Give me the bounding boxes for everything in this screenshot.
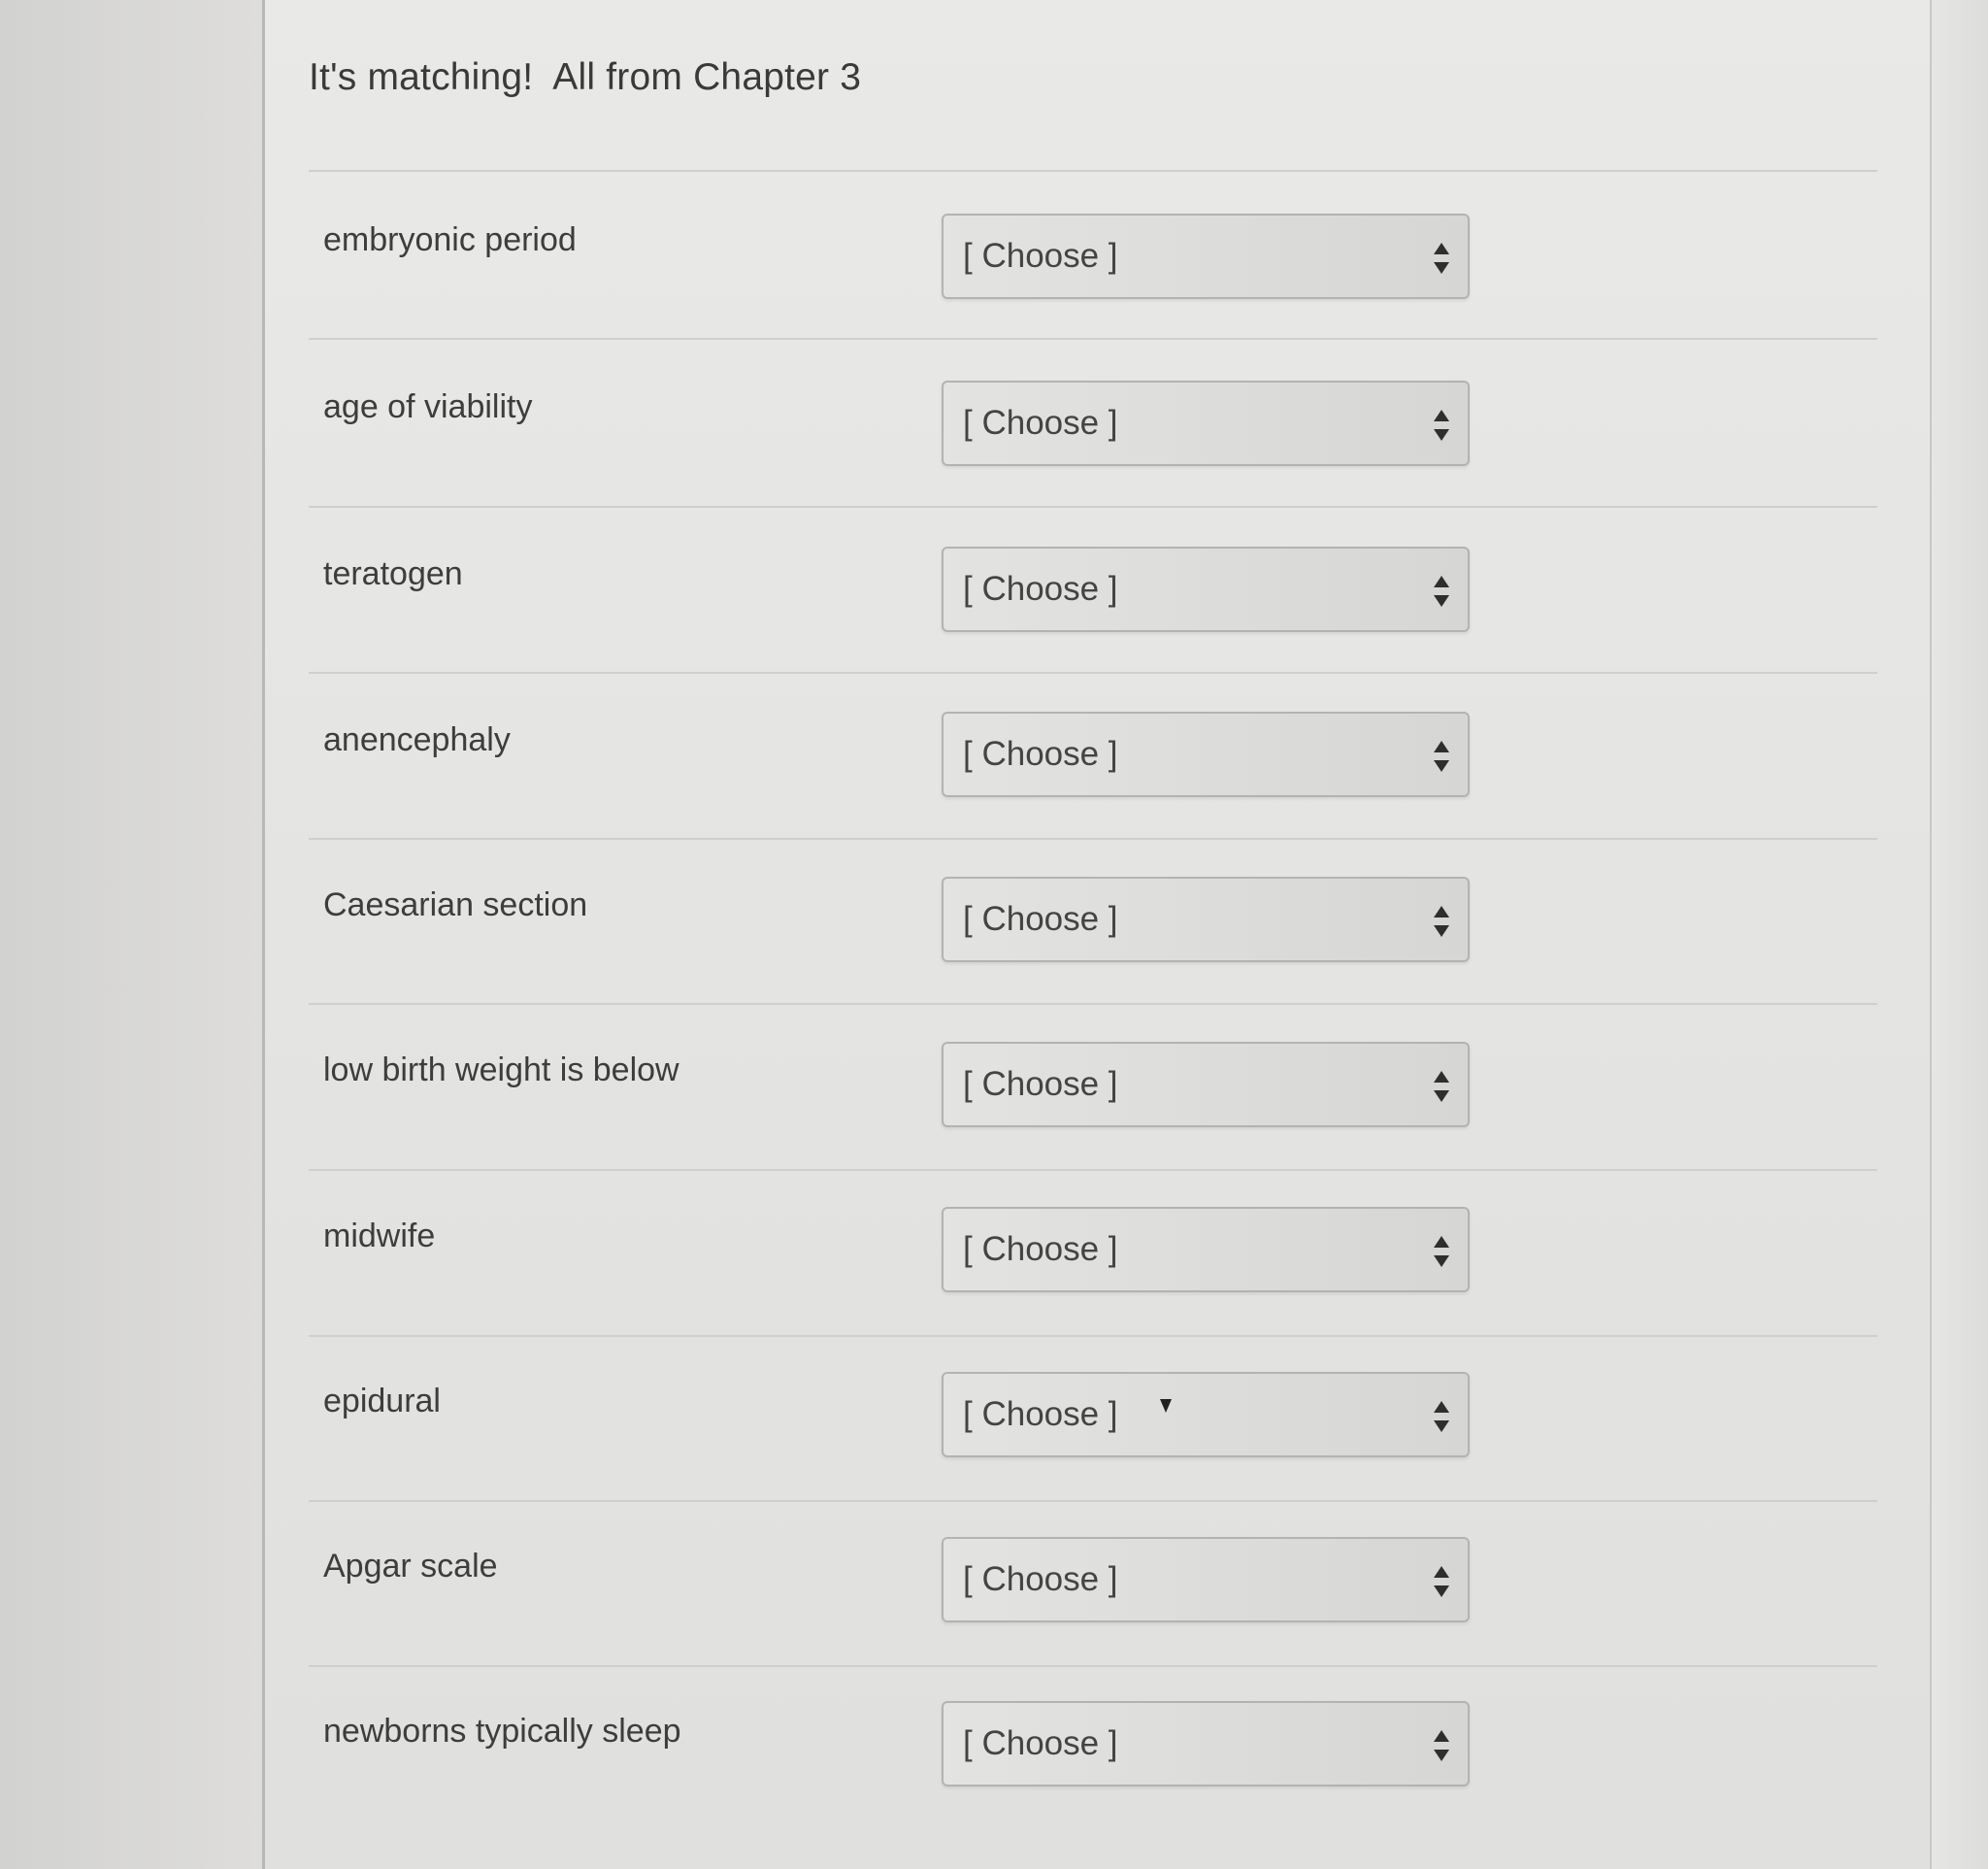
term-label: Caesarian section	[323, 886, 588, 923]
divider	[309, 170, 1877, 172]
select-value: [ Choose ]	[963, 1395, 1118, 1433]
term-label: midwife	[323, 1218, 436, 1254]
answer-select[interactable]: [ Choose ]	[942, 381, 1470, 466]
term-label: anencephaly	[323, 721, 511, 758]
select-value: [ Choose ]	[963, 1560, 1118, 1598]
answer-select[interactable]: [ Choose ]	[942, 547, 1470, 632]
divider	[309, 338, 1877, 340]
select-value: [ Choose ]	[963, 237, 1118, 275]
term-label: age of viability	[323, 388, 533, 425]
up-down-chevron-icon	[1433, 241, 1450, 276]
divider	[309, 672, 1877, 674]
select-value: [ Choose ]	[963, 570, 1118, 608]
answer-select[interactable]: [ Choose ]	[942, 214, 1470, 299]
up-down-chevron-icon	[1433, 574, 1450, 609]
answer-select[interactable]: [ Choose ]	[942, 712, 1470, 797]
up-down-chevron-icon	[1433, 408, 1450, 443]
select-value: [ Choose ]	[963, 404, 1118, 442]
term-label: Apgar scale	[323, 1548, 498, 1585]
select-value: [ Choose ]	[963, 1724, 1118, 1762]
answer-select[interactable]: [ Choose ]	[942, 1701, 1470, 1786]
up-down-chevron-icon	[1433, 739, 1450, 774]
term-label: newborns typically sleep	[323, 1713, 681, 1750]
answer-select[interactable]: [ Choose ]	[942, 877, 1470, 962]
answer-select[interactable]: [ Choose ]	[942, 1372, 1470, 1457]
up-down-chevron-icon	[1433, 904, 1450, 939]
divider	[309, 1169, 1877, 1171]
select-value: [ Choose ]	[963, 1065, 1118, 1103]
up-down-chevron-icon	[1433, 1399, 1450, 1434]
answer-select[interactable]: [ Choose ]	[942, 1207, 1470, 1292]
up-down-chevron-icon	[1433, 1564, 1450, 1599]
mouse-cursor-icon	[1160, 1399, 1172, 1413]
right-gutter	[1930, 0, 1988, 1869]
up-down-chevron-icon	[1433, 1728, 1450, 1763]
up-down-chevron-icon	[1433, 1069, 1450, 1104]
term-label: epidural	[323, 1383, 441, 1419]
screen: It's matching! All from Chapter 3 embryo…	[0, 0, 1988, 1869]
answer-select[interactable]: [ Choose ]	[942, 1537, 1470, 1622]
divider	[309, 1003, 1877, 1005]
divider	[309, 1335, 1877, 1337]
select-value: [ Choose ]	[963, 900, 1118, 938]
divider	[309, 506, 1877, 508]
left-gutter	[0, 0, 265, 1869]
divider	[309, 1500, 1877, 1502]
up-down-chevron-icon	[1433, 1234, 1450, 1269]
divider	[309, 838, 1877, 840]
select-value: [ Choose ]	[963, 1230, 1118, 1268]
term-label: embryonic period	[323, 221, 577, 258]
answer-select[interactable]: [ Choose ]	[942, 1042, 1470, 1127]
select-value: [ Choose ]	[963, 735, 1118, 773]
divider	[309, 1665, 1877, 1667]
term-label: low birth weight is below	[323, 1051, 679, 1088]
term-label: teratogen	[323, 555, 463, 592]
quiz-title: It's matching! All from Chapter 3	[309, 56, 862, 98]
